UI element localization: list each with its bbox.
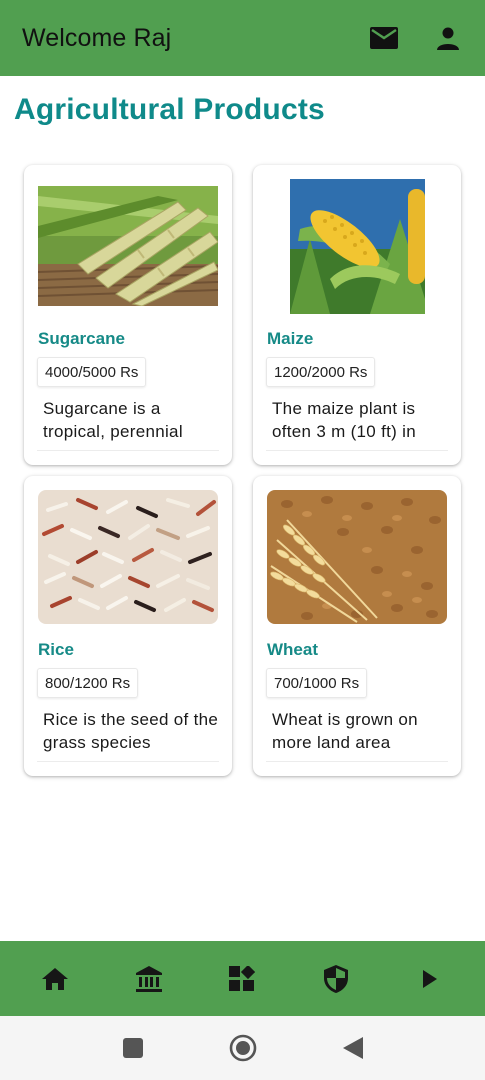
sugarcane-image: [38, 186, 218, 306]
maize-image: [290, 179, 425, 314]
play-arrow-icon[interactable]: [406, 955, 454, 1003]
product-description: The maize plant is often 3 m (10 ft) in: [272, 399, 416, 441]
bank-icon[interactable]: [125, 955, 173, 1003]
product-card-sugarcane[interactable]: Sugarcane 4000/5000 Rs Sugarcane is a tr…: [24, 165, 232, 465]
home-circle-icon[interactable]: [188, 1024, 298, 1072]
description-box: Wheat is grown on more land area: [266, 708, 448, 762]
product-grid: Sugarcane 4000/5000 Rs Sugarcane is a tr…: [0, 0, 485, 900]
description-box: The maize plant is often 3 m (10 ft) in: [266, 397, 448, 451]
description-box: Rice is the seed of the grass species: [37, 708, 219, 762]
price-chip: 4000/5000 Rs: [37, 357, 147, 387]
price-chip: 800/1200 Rs: [37, 668, 139, 698]
product-name: Sugarcane: [38, 329, 125, 348]
shield-icon[interactable]: [312, 955, 360, 1003]
price-chip: 1200/2000 Rs: [266, 357, 376, 387]
product-card-wheat[interactable]: Wheat 700/1000 Rs Wheat is grown on more…: [253, 476, 461, 776]
product-card-maize[interactable]: Maize 1200/2000 Rs The maize plant is of…: [253, 165, 461, 465]
product-name: Maize: [267, 329, 314, 348]
product-name: Rice: [38, 640, 74, 659]
home-icon[interactable]: [31, 955, 79, 1003]
system-nav-bar: [0, 1016, 485, 1080]
recents-square-icon[interactable]: [78, 1024, 188, 1072]
product-card-rice[interactable]: Rice 800/1200 Rs Rice is the seed of the…: [24, 476, 232, 776]
bottom-nav: [0, 941, 485, 1016]
back-triangle-icon[interactable]: [298, 1024, 408, 1072]
rice-image: [38, 490, 218, 624]
product-description: Sugarcane is a tropical, perennial: [43, 399, 183, 441]
wheat-image: [267, 490, 447, 624]
product-description: Wheat is grown on more land area: [272, 710, 418, 752]
description-box: Sugarcane is a tropical, perennial: [37, 397, 219, 451]
dashboard-icon[interactable]: [218, 955, 266, 1003]
product-name: Wheat: [267, 640, 318, 659]
price-chip: 700/1000 Rs: [266, 668, 368, 698]
product-description: Rice is the seed of the grass species: [43, 710, 219, 752]
